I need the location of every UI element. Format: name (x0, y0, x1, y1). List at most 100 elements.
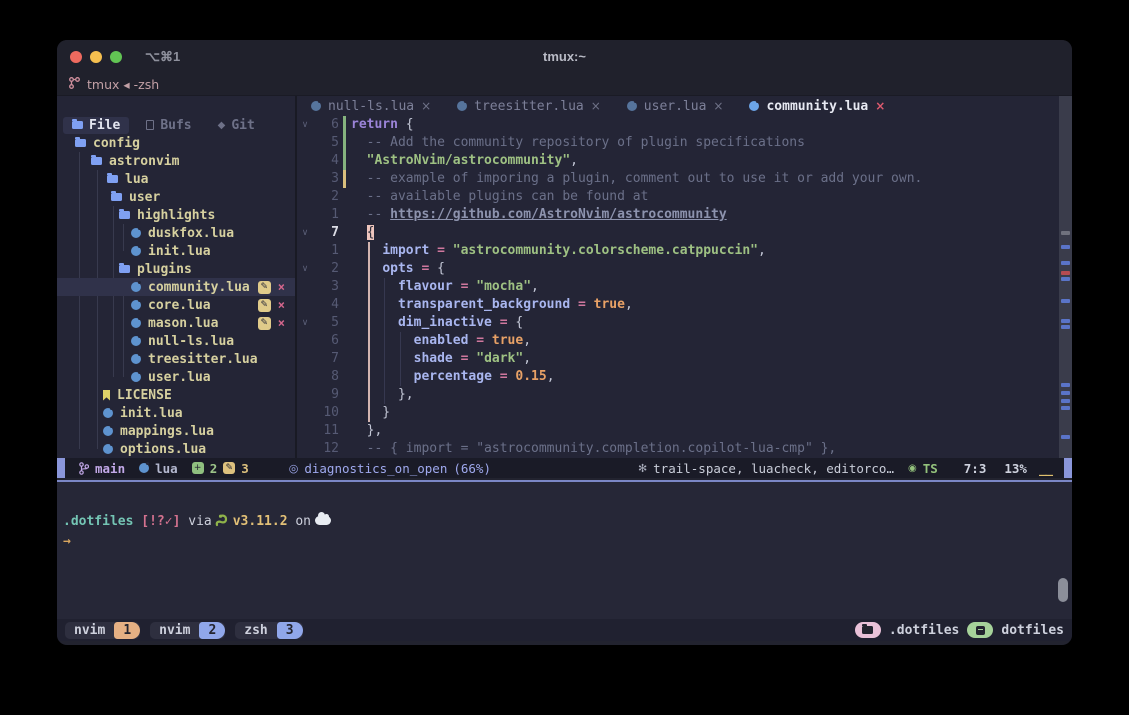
code-text[interactable]: transparent_background = true, (351, 296, 633, 314)
code-line[interactable]: ∨5 dim_inactive = { (297, 314, 1059, 332)
code-line[interactable]: 6 enabled = true, (297, 332, 1059, 350)
code-text[interactable]: -- Add the community repository of plugi… (351, 134, 805, 152)
tree-item[interactable]: treesitter.lua (57, 350, 295, 368)
code-line[interactable]: ∨7 { (297, 224, 1059, 242)
tmux-window-zsh-3[interactable]: zsh3 (235, 622, 302, 639)
close-buffer-icon[interactable]: × (713, 99, 723, 113)
code-text[interactable]: }, (351, 386, 414, 404)
close-buffer-icon[interactable]: × (278, 316, 285, 330)
explorer-tab-file[interactable]: File (63, 117, 129, 134)
code-text[interactable]: opts = { (351, 260, 445, 278)
fold-marker-icon[interactable]: ∨ (297, 224, 313, 242)
code-token: = (492, 315, 515, 330)
code-text[interactable]: }, (351, 422, 382, 440)
modified-badge-icon[interactable]: ✎ (258, 281, 271, 294)
code-line[interactable]: 1 -- https://github.com/AstroNvim/astroc… (297, 206, 1059, 224)
tree-item[interactable]: user.lua (57, 368, 295, 386)
code-text[interactable]: return { (351, 116, 414, 134)
tree-item[interactable]: init.lua (57, 242, 295, 260)
fold-column (297, 170, 313, 188)
tree-item[interactable]: null-ls.lua (57, 332, 295, 350)
code-text[interactable]: "AstroNvim/astrocommunity", (351, 152, 578, 170)
close-buffer-icon[interactable]: × (278, 280, 285, 294)
code-line[interactable]: ∨2 opts = { (297, 260, 1059, 278)
code-line[interactable]: 11 }, (297, 422, 1059, 440)
file-icon (146, 120, 154, 130)
tree-item[interactable]: plugins (57, 260, 295, 278)
explorer-tab-bufs[interactable]: Bufs (137, 117, 200, 134)
code-token: , (523, 351, 531, 366)
shell-pane[interactable]: .dotfiles [!?✓] viav3.11.2 on → (57, 482, 1072, 619)
buffer-tab[interactable]: null-ls.lua× (311, 99, 431, 114)
code-line[interactable]: 12 -- { import = "astrocommunity.complet… (297, 440, 1059, 458)
code-line[interactable]: 2 -- available plugins can be found at (297, 188, 1059, 206)
scroll-percent: 13% (1004, 461, 1027, 476)
code-line[interactable]: 3 -- example of imporing a plugin, comme… (297, 170, 1059, 188)
terminal-scrollbar-thumb[interactable] (1058, 578, 1068, 602)
code-area[interactable]: ∨6return {5 -- Add the community reposit… (297, 116, 1059, 458)
code-line[interactable]: 3 flavour = "mocha", (297, 278, 1059, 296)
code-text[interactable]: import = "astrocommunity.colorscheme.cat… (351, 242, 766, 260)
tree-item[interactable]: LICENSE (57, 386, 295, 404)
code-line[interactable]: 1 import = "astrocommunity.colorscheme.c… (297, 242, 1059, 260)
code-text[interactable]: shade = "dark", (351, 350, 531, 368)
tree-item[interactable]: community.lua✎× (57, 278, 295, 296)
code-line[interactable]: ∨6return { (297, 116, 1059, 134)
code-text[interactable]: enabled = true, (351, 332, 531, 350)
fold-marker-icon[interactable]: ∨ (297, 260, 313, 278)
tree-item[interactable]: options.lua (57, 440, 295, 458)
buffer-tab[interactable]: treesitter.lua× (457, 99, 601, 114)
close-buffer-icon[interactable]: × (875, 99, 885, 113)
tree-item[interactable]: user (57, 188, 295, 206)
modified-badge-icon[interactable]: ✎ (258, 317, 271, 330)
code-text[interactable]: } (351, 404, 390, 422)
tree-item[interactable]: highlights (57, 206, 295, 224)
code-text[interactable]: -- example of imporing a plugin, comment… (351, 170, 922, 188)
git-branch-segment[interactable]: main (79, 461, 125, 476)
line-number: 5 (313, 134, 339, 152)
explorer-tab-git[interactable]: ◆Git (209, 117, 264, 134)
code-line[interactable]: 4 "AstroNvim/astrocommunity", (297, 152, 1059, 170)
tmux-window-nvim-2[interactable]: nvim2 (150, 622, 225, 639)
terminal-tab-label[interactable]: tmux ◂ -zsh (87, 77, 159, 92)
code-line[interactable]: 9 }, (297, 386, 1059, 404)
modified-badge-icon[interactable]: ✎ (258, 299, 271, 312)
editor-scrollbar[interactable] (1059, 96, 1072, 458)
code-line[interactable]: 4 transparent_background = true, (297, 296, 1059, 314)
buffer-tab[interactable]: user.lua× (627, 99, 724, 114)
cloud-icon (315, 516, 331, 525)
code-text[interactable]: -- available plugins can be found at (351, 188, 648, 206)
code-text[interactable]: -- { import = "astrocommunity.completion… (351, 440, 836, 458)
tree-item[interactable]: astronvim (57, 152, 295, 170)
tree-item[interactable]: config (57, 134, 295, 152)
tree-item[interactable]: duskfox.lua (57, 224, 295, 242)
close-buffer-icon[interactable]: × (278, 298, 285, 312)
buffer-tab[interactable]: community.lua× (749, 99, 885, 114)
line-number: 9 (313, 386, 339, 404)
tree-item[interactable]: init.lua (57, 404, 295, 422)
tmux-window-nvim-1[interactable]: nvim1 (65, 622, 140, 639)
fold-marker-icon[interactable]: ∨ (297, 314, 313, 332)
tree-item[interactable]: mason.lua✎× (57, 314, 295, 332)
tree-item[interactable]: core.lua✎× (57, 296, 295, 314)
code-text[interactable]: flavour = "mocha", (351, 278, 539, 296)
close-buffer-icon[interactable]: × (421, 99, 431, 113)
close-buffer-icon[interactable]: × (591, 99, 601, 113)
code-line[interactable]: 8 percentage = 0.15, (297, 368, 1059, 386)
fold-marker-icon[interactable]: ∨ (297, 116, 313, 134)
line-number: 4 (313, 296, 339, 314)
tmux-status-bar: nvim1nvim2zsh3.dotfilesdotfiles (57, 619, 1072, 641)
code-line[interactable]: 5 -- Add the community repository of plu… (297, 134, 1059, 152)
code-text[interactable]: -- https://github.com/AstroNvim/astrocom… (351, 206, 727, 224)
code-token: { (437, 261, 445, 276)
tree-item[interactable]: lua (57, 170, 295, 188)
code-text[interactable]: percentage = 0.15, (351, 368, 555, 386)
gitsign-column (339, 242, 351, 260)
code-text[interactable]: dim_inactive = { (351, 314, 523, 332)
code-line[interactable]: 7 shade = "dark", (297, 350, 1059, 368)
code-line[interactable]: 10 } (297, 404, 1059, 422)
mode-indicator-block (57, 458, 65, 478)
branch-name: main (95, 461, 125, 476)
code-text[interactable]: { (351, 224, 374, 242)
tree-item[interactable]: mappings.lua (57, 422, 295, 440)
